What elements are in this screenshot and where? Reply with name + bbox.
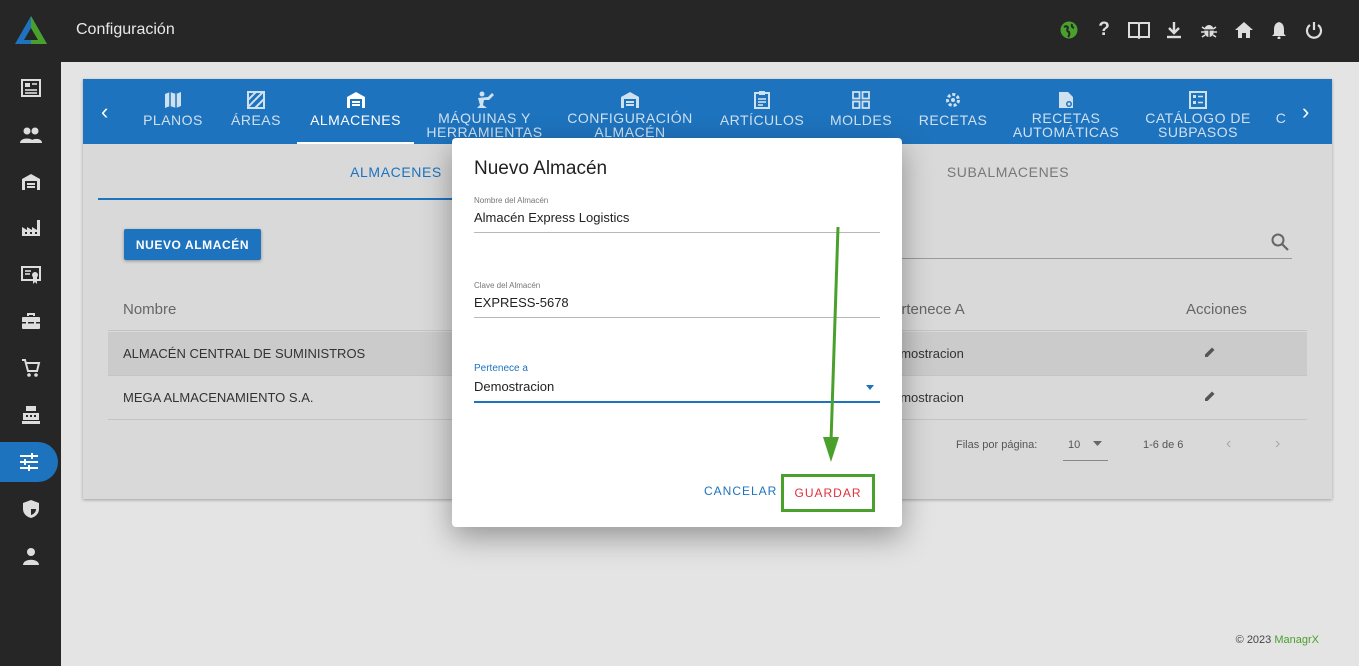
warehouse-key-field[interactable]: Clave del Almacén EXPRESS-5678 [474, 281, 880, 318]
warehouse-name-field[interactable]: Nombre del Almacén Almacén Express Logis… [474, 196, 880, 233]
save-button[interactable]: GUARDAR [784, 477, 872, 509]
field-label: Nombre del Almacén [474, 196, 549, 205]
field-value[interactable]: Almacén Express Logistics [474, 210, 880, 233]
save-button-highlight: GUARDAR [781, 474, 875, 512]
dropdown-caret-icon[interactable] [866, 385, 874, 390]
belongs-to-select[interactable]: Pertenece a Demostracion [474, 363, 880, 403]
field-label: Clave del Almacén [474, 281, 541, 290]
modal-overlay: Nuevo Almacén Nombre del Almacén Almacén… [0, 0, 1359, 666]
select-value: Demostracion [474, 379, 555, 394]
select-value-wrap[interactable]: Demostracion [474, 379, 880, 403]
cancel-button[interactable]: CANCELAR [704, 484, 777, 498]
new-warehouse-dialog: Nuevo Almacén Nombre del Almacén Almacén… [452, 138, 902, 527]
field-value[interactable]: EXPRESS-5678 [474, 295, 880, 318]
field-label: Pertenece a [474, 363, 528, 374]
dialog-title: Nuevo Almacén [474, 158, 608, 179]
